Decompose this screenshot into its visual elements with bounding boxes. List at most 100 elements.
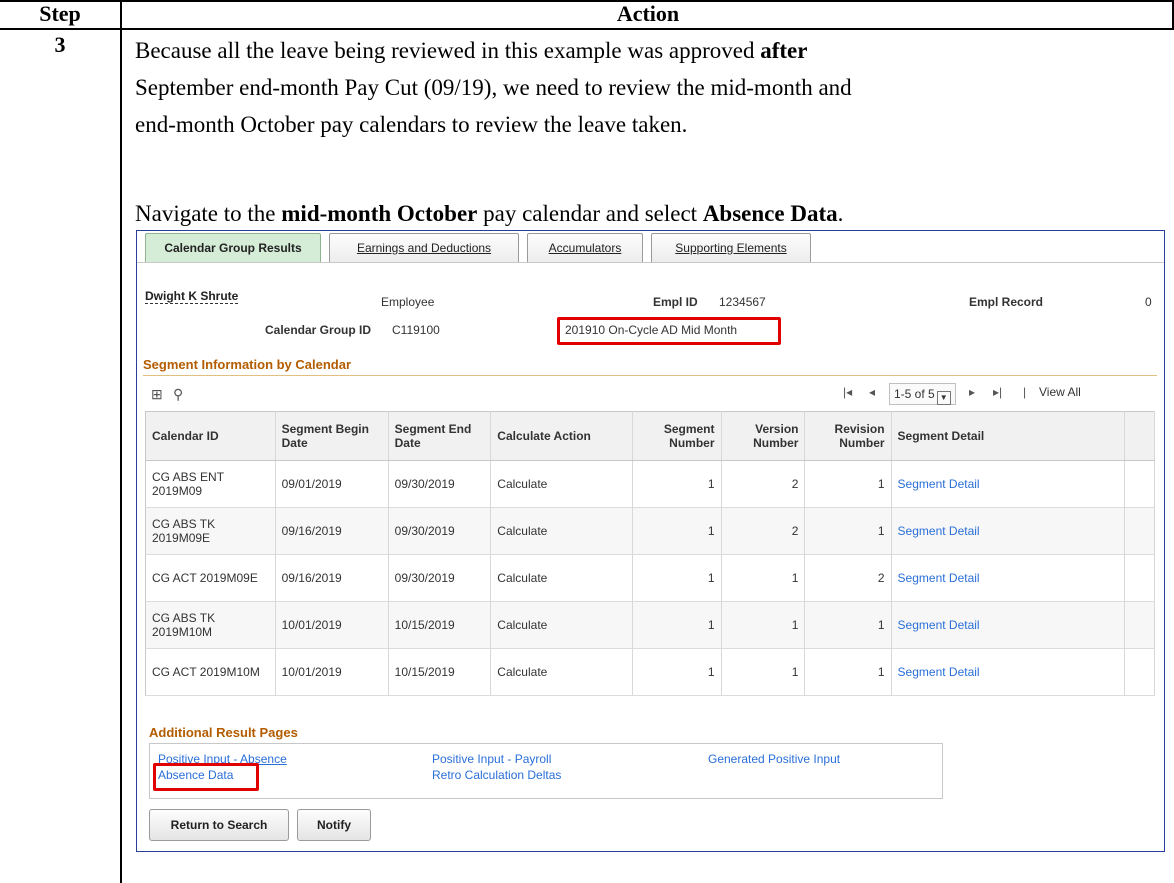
cell-end-date: 09/30/2019 xyxy=(388,460,492,508)
table-row: CG ABS ENT 2019M09 09/01/2019 09/30/2019… xyxy=(145,460,1156,508)
tab-supporting-elements[interactable]: Supporting Elements xyxy=(651,233,811,263)
segment-detail-link[interactable]: Segment Detail xyxy=(898,477,980,491)
cell-scroll xyxy=(1124,507,1156,555)
cell-calculate-action: Calculate xyxy=(490,648,634,696)
empl-record-value: 0 xyxy=(1145,295,1152,309)
highlight-calendar-group xyxy=(557,317,781,345)
para1-text-c: September end-month Pay Cut (09/19), we … xyxy=(135,75,852,100)
view-all-link[interactable]: View All xyxy=(1039,385,1081,399)
cell-segment-detail: Segment Detail xyxy=(891,460,1125,508)
col-scroll xyxy=(1124,411,1156,461)
cell-begin-date: 10/01/2019 xyxy=(275,601,389,649)
col-calendar-id: Calendar ID xyxy=(145,411,276,461)
employee-label: Employee xyxy=(381,295,435,309)
cell-end-date: 09/30/2019 xyxy=(388,507,492,555)
para2-bold-absence-data: Absence Data xyxy=(702,201,838,226)
cell-calendar-id: CG ABS ENT 2019M09 xyxy=(145,460,276,508)
col-revision-number: Revision Number xyxy=(804,411,892,461)
employee-name[interactable]: Dwight K Shrute xyxy=(145,289,239,304)
segment-detail-link[interactable]: Segment Detail xyxy=(898,618,980,632)
cell-segment-detail: Segment Detail xyxy=(891,601,1125,649)
tab-earnings-and-deductions[interactable]: Earnings and Deductions xyxy=(329,233,519,263)
empl-id-label: Empl ID xyxy=(653,295,698,309)
step-number: 3 xyxy=(54,32,66,57)
para2-text-a: Navigate to the xyxy=(135,201,282,226)
empl-record-label: Empl Record xyxy=(969,295,1044,309)
cell-segment-number: 1 xyxy=(632,648,722,696)
tab-accumulators-label: Accumulators xyxy=(548,241,622,255)
cell-scroll xyxy=(1124,601,1156,649)
previous-page-icon[interactable]: ◂ xyxy=(869,385,875,399)
cell-calendar-id: CG ACT 2019M09E xyxy=(145,554,276,602)
retro-calculation-deltas-link[interactable]: Retro Calculation Deltas xyxy=(432,768,561,782)
last-page-icon[interactable]: ▸| xyxy=(993,385,1002,399)
tab-divider xyxy=(137,262,1164,263)
cell-calendar-id: CG ABS TK 2019M09E xyxy=(145,507,276,555)
para1-text-a: Because all the leave being reviewed in … xyxy=(135,38,761,63)
cell-revision-number: 1 xyxy=(804,507,892,555)
para1-text-d: end-month October pay calendars to revie… xyxy=(135,112,688,137)
cell-end-date: 10/15/2019 xyxy=(388,601,492,649)
cell-calendar-id: CG ABS TK 2019M10M xyxy=(145,601,276,649)
segment-detail-link[interactable]: Segment Detail xyxy=(898,665,980,679)
col-segment-end-date: Segment End Date xyxy=(388,411,492,461)
cell-calculate-action: Calculate xyxy=(490,554,634,602)
cell-revision-number: 1 xyxy=(804,601,892,649)
cell-segment-number: 1 xyxy=(632,601,722,649)
tab-earnings-label: Earnings and Deductions xyxy=(356,241,492,255)
cell-calculate-action: Calculate xyxy=(490,601,634,649)
cell-end-date: 09/30/2019 xyxy=(388,554,492,602)
cell-revision-number: 1 xyxy=(804,648,892,696)
segment-grid: Calendar ID Segment Begin Date Segment E… xyxy=(145,411,1156,696)
table-row: CG ABS TK 2019M10M 10/01/2019 10/15/2019… xyxy=(145,601,1156,649)
para1-bold-after: after xyxy=(760,38,808,63)
pager-divider: | xyxy=(1023,385,1027,399)
cell-scroll xyxy=(1124,648,1156,696)
rows-pager-select[interactable]: 1-5 of 5 ▼ xyxy=(889,383,956,405)
segment-detail-link[interactable]: Segment Detail xyxy=(898,571,980,585)
segment-detail-link[interactable]: Segment Detail xyxy=(898,524,980,538)
grid-header-row: Calendar ID Segment Begin Date Segment E… xyxy=(145,411,1156,461)
personalize-grid-icon[interactable]: ⊞ xyxy=(151,386,163,403)
grid-toolbar: ⊞ ⚲ |◂ ◂ 1-5 of 5 ▼ ▸ ▸| | View All xyxy=(145,383,1155,409)
chevron-down-icon: ▼ xyxy=(936,391,951,405)
cell-calendar-id: CG ACT 2019M10M xyxy=(145,648,276,696)
para2-text-e: . xyxy=(837,201,844,226)
pager-text: 1-5 of 5 xyxy=(894,387,935,401)
col-version-number: Version Number xyxy=(721,411,806,461)
generated-positive-input-link[interactable]: Generated Positive Input xyxy=(708,752,840,766)
cell-segment-number: 1 xyxy=(632,507,722,555)
cell-end-date: 10/15/2019 xyxy=(388,648,492,696)
header-step: Step xyxy=(39,1,81,26)
search-icon[interactable]: ⚲ xyxy=(173,386,183,403)
positive-input-payroll-link[interactable]: Positive Input - Payroll xyxy=(432,752,551,766)
calendar-group-id-value: C119100 xyxy=(392,323,440,337)
col-calculate-action: Calculate Action xyxy=(490,411,634,461)
segment-section-title: Segment Information by Calendar xyxy=(143,357,352,372)
section-underline xyxy=(143,375,1157,376)
col-segment-detail: Segment Detail xyxy=(891,411,1125,461)
cell-segment-detail: Segment Detail xyxy=(891,648,1125,696)
cell-version-number: 1 xyxy=(721,554,806,602)
first-page-icon[interactable]: |◂ xyxy=(843,385,852,399)
cell-begin-date: 09/16/2019 xyxy=(275,507,389,555)
notify-button[interactable]: Notify xyxy=(297,809,371,841)
return-to-search-button[interactable]: Return to Search xyxy=(149,809,289,841)
cell-scroll xyxy=(1124,460,1156,508)
highlight-absence-data xyxy=(153,763,259,791)
para2-text-c: pay calendar and select xyxy=(477,201,703,226)
cell-revision-number: 2 xyxy=(804,554,892,602)
table-row: CG ACT 2019M10M 10/01/2019 10/15/2019 Ca… xyxy=(145,648,1156,696)
cell-segment-detail: Segment Detail xyxy=(891,554,1125,602)
calendar-group-id-label: Calendar Group ID xyxy=(265,323,372,337)
cell-version-number: 2 xyxy=(721,507,806,555)
cell-segment-detail: Segment Detail xyxy=(891,507,1125,555)
cell-segment-number: 1 xyxy=(632,460,722,508)
cell-calculate-action: Calculate xyxy=(490,507,634,555)
next-page-icon[interactable]: ▸ xyxy=(969,385,975,399)
tab-calendar-group-results[interactable]: Calendar Group Results xyxy=(145,233,321,263)
tab-accumulators[interactable]: Accumulators xyxy=(527,233,643,263)
table-row: CG ACT 2019M09E 09/16/2019 09/30/2019 Ca… xyxy=(145,554,1156,602)
cell-segment-number: 1 xyxy=(632,554,722,602)
table-row: CG ABS TK 2019M09E 09/16/2019 09/30/2019… xyxy=(145,507,1156,555)
